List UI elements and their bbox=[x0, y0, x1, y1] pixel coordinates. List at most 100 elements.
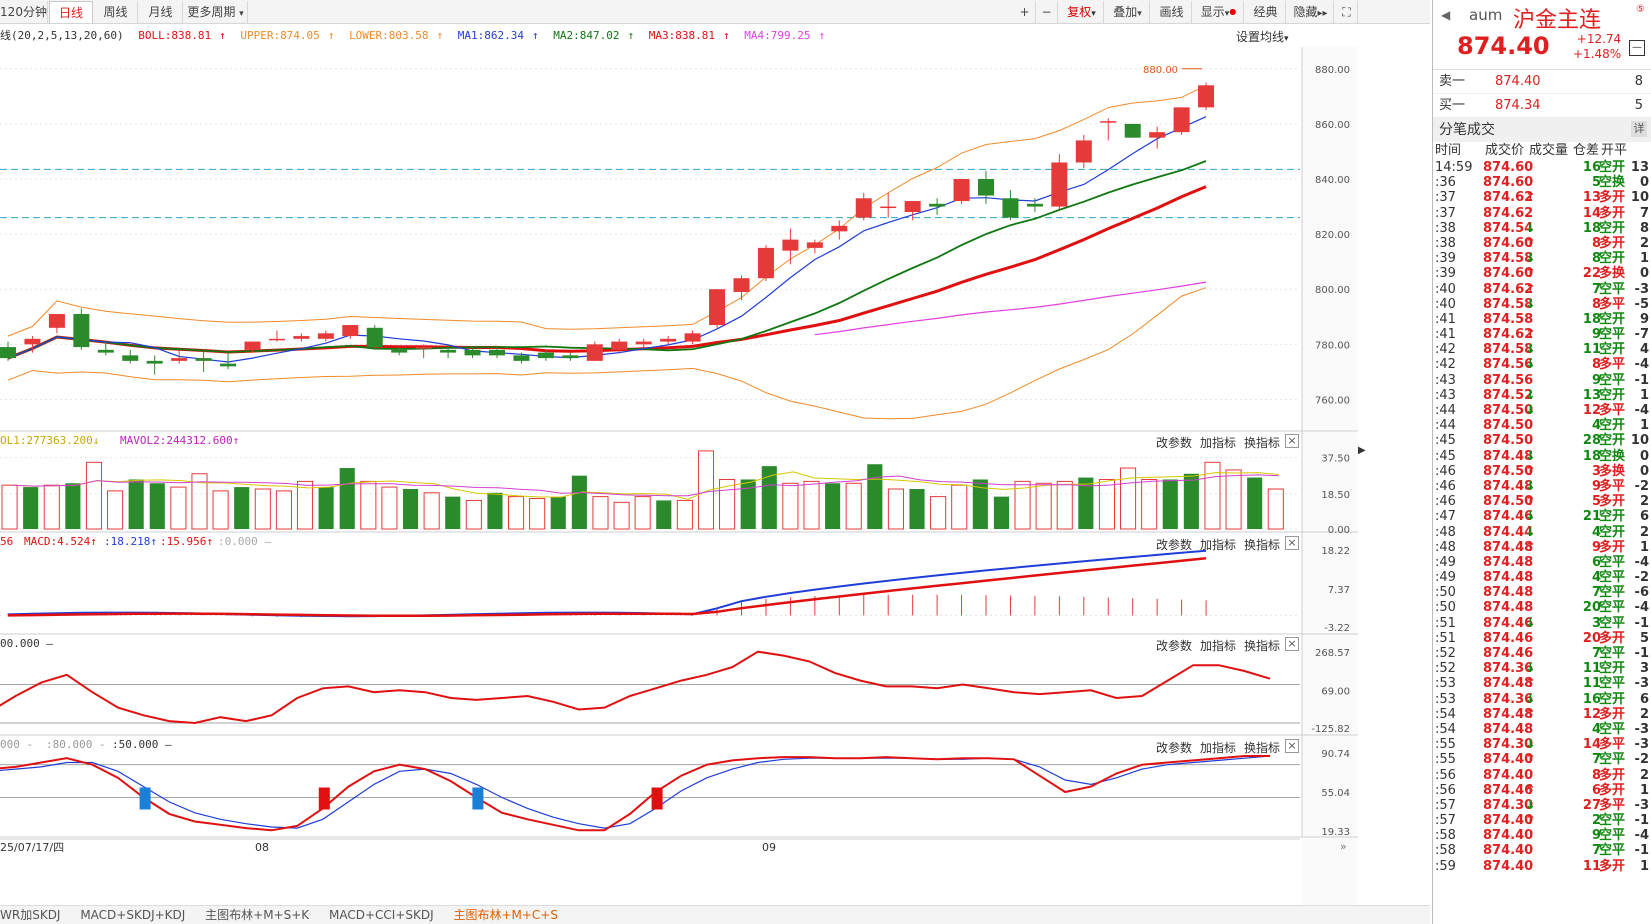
trade-price: 874.50 bbox=[1483, 433, 1534, 449]
vol-close-button[interactable]: × bbox=[1285, 434, 1299, 448]
tab-monthly[interactable]: 月线 bbox=[139, 1, 183, 23]
zoom-in-button[interactable]: + bbox=[1014, 1, 1036, 23]
vol-switch-indicator-button[interactable]: 换指标 bbox=[1244, 436, 1280, 450]
tab-more-periods[interactable]: 更多周期 ▾ bbox=[184, 1, 248, 23]
trade-open-close: 空平 bbox=[1599, 570, 1626, 586]
trades-detail-button[interactable]: 详 bbox=[1631, 121, 1647, 137]
trade-time: :58 bbox=[1435, 843, 1456, 859]
cci-tick-label: 268.57 bbox=[1315, 648, 1350, 659]
kdj-close-button[interactable]: × bbox=[1285, 739, 1299, 753]
macd-switch-indicator-button[interactable]: 换指标 bbox=[1244, 538, 1280, 552]
trade-oi-diff: -4 bbox=[1634, 357, 1649, 373]
trade-open-close: 多开 bbox=[1599, 630, 1626, 646]
cci-edit-params-button[interactable]: 改参数 bbox=[1156, 639, 1192, 653]
tab-120min[interactable]: 120分钟 bbox=[0, 1, 48, 23]
tab-weekly[interactable]: 周线 bbox=[94, 1, 138, 23]
adjust-button[interactable]: 复权▾ bbox=[1060, 1, 1104, 23]
kdj-add-indicator-button[interactable]: 加指标 bbox=[1200, 741, 1236, 755]
trades-title-label: 分笔成交 bbox=[1439, 122, 1495, 138]
cci-add-indicator-button[interactable]: 加指标 bbox=[1200, 639, 1236, 653]
info-circle-icon[interactable]: ⑤ bbox=[1636, 4, 1645, 15]
trade-price: 874.58 bbox=[1483, 311, 1534, 327]
trade-oi-diff: 1 bbox=[1639, 858, 1649, 874]
zoom-out-button[interactable]: − bbox=[1036, 1, 1058, 23]
trade-price: 874.48 bbox=[1483, 585, 1534, 601]
trade-open-close: 空平 bbox=[1599, 600, 1626, 616]
prev-symbol-icon[interactable]: ◀ bbox=[1441, 8, 1450, 22]
trade-time: :51 bbox=[1435, 630, 1456, 646]
trade-time: :40 bbox=[1435, 296, 1456, 312]
volume-bar bbox=[1120, 467, 1137, 530]
trade-time: :54 bbox=[1435, 706, 1456, 722]
vol-edit-params-button[interactable]: 改参数 bbox=[1156, 436, 1192, 450]
col-open-close: 开平 bbox=[1601, 143, 1628, 158]
trade-time: :43 bbox=[1435, 372, 1456, 388]
kdj-signal-marker bbox=[472, 787, 484, 810]
tab-boll-m-s-k[interactable]: 主图布林+M+S+K bbox=[205, 908, 309, 922]
plus-icon: + bbox=[1019, 5, 1030, 19]
double-chevron-right-icon: ▸▸ bbox=[1317, 8, 1328, 19]
trade-time: :49 bbox=[1435, 570, 1456, 586]
minimize-icon[interactable]: — bbox=[1629, 40, 1645, 56]
macd-edit-params-button[interactable]: 改参数 bbox=[1156, 538, 1192, 552]
ask-volume: 8 bbox=[1634, 74, 1643, 89]
display-button[interactable]: 显示▾● bbox=[1194, 1, 1244, 23]
trade-oi-diff: -7 bbox=[1634, 327, 1649, 343]
change-value: +12.74 bbox=[1576, 32, 1622, 46]
volume-bar bbox=[1247, 477, 1263, 529]
trade-open-close: 多平 bbox=[1599, 478, 1626, 494]
draw-line-button[interactable]: 画线 bbox=[1152, 1, 1192, 23]
candle-body bbox=[978, 179, 994, 196]
kdj-edit-params-button[interactable]: 改参数 bbox=[1156, 741, 1192, 755]
trades-list[interactable]: 14:59 874.60 16 13 空开:36 874.60 5 0 空换:37 874.62 ↑… bbox=[1433, 160, 1651, 874]
hide-button[interactable]: 隐藏▸▸ bbox=[1288, 1, 1334, 23]
candle-body bbox=[1149, 132, 1166, 138]
trade-open-close: 多开 bbox=[1599, 782, 1626, 798]
quote-panel: ◀ aum 沪金主连 ⑤ 874.40 +12.74 +1.48% — 卖一 8… bbox=[1432, 0, 1651, 924]
trade-oi-diff: -1 bbox=[1634, 615, 1649, 631]
cci-close-button[interactable]: × bbox=[1285, 637, 1299, 651]
trade-time: :46 bbox=[1435, 494, 1456, 510]
candle-body bbox=[1002, 198, 1019, 218]
macd-add-indicator-button[interactable]: 加指标 bbox=[1200, 538, 1236, 552]
volume-bar bbox=[318, 487, 334, 529]
classic-button[interactable]: 经典 bbox=[1246, 1, 1286, 23]
overlay-button[interactable]: 叠加▾ bbox=[1106, 1, 1150, 23]
ma-settings-button[interactable]: 设置均线▾ bbox=[1236, 28, 1289, 45]
trade-open-close: 多换 bbox=[1599, 266, 1626, 282]
symbol-name: 沪金主连 bbox=[1513, 8, 1602, 33]
kdj-switch-indicator-button[interactable]: 换指标 bbox=[1244, 741, 1280, 755]
period-toolbar: 120分钟 日线 周线 月线 更多周期 ▾ + − 复权▾ 叠加▾ 画线 显示▾… bbox=[0, 0, 1430, 24]
main-indicator-bar: 线(20,2,5,13,20,60) BOLL:838.81 ↑ UPPER:87… bbox=[0, 25, 1370, 47]
macd-close-button[interactable]: × bbox=[1285, 536, 1299, 550]
candle-body bbox=[342, 325, 359, 337]
vol-add-indicator-button[interactable]: 加指标 bbox=[1200, 436, 1236, 450]
trade-oi-diff: 2 bbox=[1639, 494, 1649, 510]
candle-body bbox=[1198, 85, 1215, 108]
tab-macd-skdj-kdj[interactable]: MACD+SKDJ+KDJ bbox=[80, 908, 185, 922]
fullscreen-button[interactable]: ⛶ bbox=[1336, 1, 1358, 23]
tab-macd-cci-skdj[interactable]: MACD+CCI+SKDJ bbox=[329, 908, 434, 922]
trade-open-close: 多平 bbox=[1599, 357, 1626, 373]
tab-boll-m-c-s[interactable]: 主图布林+M+C+S bbox=[453, 908, 558, 922]
double-chevron-right-icon[interactable]: » bbox=[1340, 840, 1347, 853]
chart-canvas[interactable]: 880.00 860.00 840.00 820.00 800.00 780.00 760.… bbox=[0, 47, 1430, 905]
volume-bar bbox=[1056, 480, 1073, 530]
tab-wr-skdj[interactable]: WR加SKDJ bbox=[0, 908, 60, 922]
trade-time: :55 bbox=[1435, 752, 1456, 768]
trade-open-close: 空平 bbox=[1599, 615, 1626, 631]
trade-direction-icon: ↓ bbox=[1525, 387, 1536, 403]
cci-switch-indicator-button[interactable]: 换指标 bbox=[1244, 639, 1280, 653]
collapse-panel-icon[interactable]: ▶ bbox=[1358, 445, 1366, 456]
trade-time: :43 bbox=[1435, 387, 1456, 403]
trade-open-close: 空开 bbox=[1599, 311, 1626, 327]
trade-row: :44 874.50 4 1 空开 bbox=[1433, 418, 1651, 433]
volume-bar bbox=[571, 475, 587, 529]
kdj-signal-marker bbox=[139, 787, 151, 810]
tab-daily[interactable]: 日线 bbox=[49, 1, 93, 23]
trade-price: 874.48 bbox=[1483, 721, 1534, 737]
trade-time: :56 bbox=[1435, 782, 1456, 798]
price-tick-label: 820.00 bbox=[1315, 230, 1350, 241]
trade-direction-icon: ↓ bbox=[1525, 661, 1536, 677]
trade-time: :44 bbox=[1435, 403, 1456, 418]
